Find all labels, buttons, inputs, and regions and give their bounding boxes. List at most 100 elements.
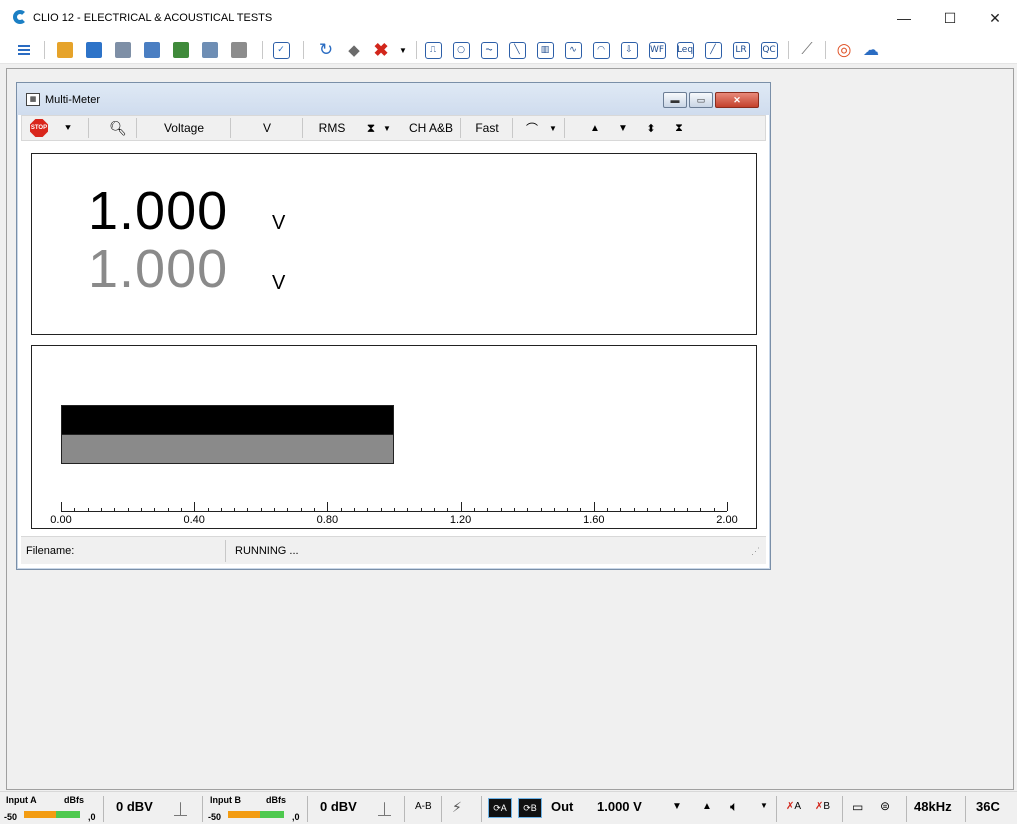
child-close-button[interactable]: ✕ [715,92,759,108]
generator-a-label: A [794,801,802,812]
circle-icon[interactable]: ○ [451,40,471,60]
zoom-icon[interactable]: 🔍︎ [106,116,130,140]
filter-icon[interactable]: ⌒ [518,116,546,140]
generator-b-button[interactable]: ✗ B [815,801,830,812]
channel-b-value: 1.000 [88,239,229,299]
check-icon[interactable]: ✓ [271,40,291,60]
hold-dropdown-icon[interactable]: ▼ [380,116,394,140]
slope-icon[interactable]: ╲ [507,40,527,60]
channel-a-loop-button[interactable]: ⟳ A [488,798,512,818]
delete-dropdown-icon[interactable]: ▼ [398,40,408,60]
close-button[interactable]: ✕ [972,6,1017,30]
scale-tick [367,508,369,511]
status-separator [441,796,442,822]
device-icon[interactable]: ⊜ [880,799,890,813]
channel-b-unit: V [272,272,286,294]
leq-icon[interactable]: Leq [675,40,695,60]
sine-icon[interactable]: ∿ [563,40,583,60]
output-down-icon[interactable]: ▼ [672,801,682,812]
channel-b-loop-button[interactable]: ⟳ B [518,798,542,818]
level-icon[interactable]: ⇩ [619,40,639,60]
resize-grip-icon[interactable]: ⋰ [751,537,760,565]
status-separator [307,796,308,822]
hold-icon[interactable]: ⧗ [362,116,380,140]
scale-tick [87,508,89,511]
refresh-icon[interactable]: ↻ [316,40,336,60]
stop-dropdown-icon[interactable]: ⯆ [58,116,78,140]
scale-tick [687,508,689,511]
scale-tick [207,508,209,511]
hardware-icon[interactable]: ▭ [852,800,863,814]
input-a-level[interactable]: 0 dBV [116,799,153,814]
scale-tick [473,508,475,511]
input-b-unit: dBfs [266,795,286,805]
toolbar-separator [230,118,231,138]
scale-down-icon[interactable]: ▼ [614,116,632,140]
scale-up-icon[interactable]: ▲ [586,116,604,140]
output-level[interactable]: 1.000 V [597,799,642,814]
qc-icon[interactable]: QC [759,40,779,60]
sample-rate[interactable]: 48kHz [914,799,952,814]
print-icon[interactable] [229,40,249,60]
status-separator [481,796,482,822]
channel-a-loop-icon: ⟳ [493,802,501,813]
input-a-trigger-icon[interactable]: ⏊ [174,799,187,818]
eraser-icon[interactable]: ◆ [344,40,364,60]
scale-tick-label: 1.60 [583,514,605,526]
scale-expand-icon[interactable]: ⬍ [642,116,660,140]
pulse-icon[interactable]: ⎍ [423,40,443,60]
multimeter-titlebar[interactable]: ▦ Multi-Meter ▬ ▭ ✕ [17,83,770,115]
scale-tick [593,502,595,511]
scale-tick [180,508,182,511]
input-b-trigger-icon[interactable]: ⏊ [378,799,391,818]
output-up-icon[interactable]: ▲ [702,801,712,812]
polar-icon[interactable]: ◠ [591,40,611,60]
channel-selector[interactable]: CH A&B [402,116,460,140]
lifebuoy-icon[interactable]: ◎ [834,40,854,60]
clapper-icon[interactable] [200,40,220,60]
child-minimize-button[interactable]: ▬ [663,92,687,108]
stop-button[interactable]: STOP [28,116,50,140]
scale-tick [540,508,542,511]
toolbar-separator [303,41,304,59]
menu-icon[interactable] [14,40,34,60]
cloud-help-icon[interactable]: ☁ [861,40,881,60]
scale-tick [487,508,489,511]
toolbar-separator [88,118,89,138]
quantity-selector[interactable]: Voltage [138,116,230,140]
scale-tick [327,502,329,511]
rms-mode-button[interactable]: RMS [310,116,354,140]
unit-selector[interactable]: V [232,116,302,140]
minimize-button[interactable]: — [881,6,927,30]
scale-tick [660,508,662,511]
delete-icon[interactable]: ✖ [371,40,391,60]
image-icon[interactable] [171,40,191,60]
input-b-min: -50 [208,812,222,822]
scale-fit-icon[interactable]: ⧗ [670,116,688,140]
speaker-icon[interactable]: 🔈︎ [730,798,738,815]
lr-icon[interactable]: LR [731,40,751,60]
line-icon[interactable]: ╱ [703,40,723,60]
generator-a-button[interactable]: ✗ A [786,801,801,812]
bars-icon[interactable]: ▥ [535,40,555,60]
edit-icon[interactable] [142,40,162,60]
input-b-level[interactable]: 0 dBV [320,799,357,814]
child-restore-button[interactable]: ▭ [689,92,713,108]
ruler-icon[interactable]: ⟋ [797,40,817,60]
wf-icon[interactable]: WF [647,40,667,60]
open-icon[interactable] [55,40,75,60]
scale-tick [553,508,555,511]
settings-icon[interactable] [113,40,133,60]
save-icon[interactable] [84,40,104,60]
maximize-button[interactable]: ☐ [927,6,973,30]
scale-tick [354,508,356,511]
speaker-dropdown-icon[interactable]: ▼ [760,801,768,810]
speed-selector[interactable]: Fast [464,116,510,140]
phase-icon[interactable]: ⚡︎ [452,799,462,816]
a-minus-b-button[interactable]: A-B [415,801,432,812]
multimeter-window: ▦ Multi-Meter ▬ ▭ ✕ STOP ⯆ 🔍︎ Voltage V … [16,82,771,570]
scale-tick [234,508,236,511]
wave-icon[interactable]: ⏦ [479,40,499,60]
toolbar-separator [302,118,303,138]
filter-dropdown-icon[interactable]: ▼ [546,116,560,140]
